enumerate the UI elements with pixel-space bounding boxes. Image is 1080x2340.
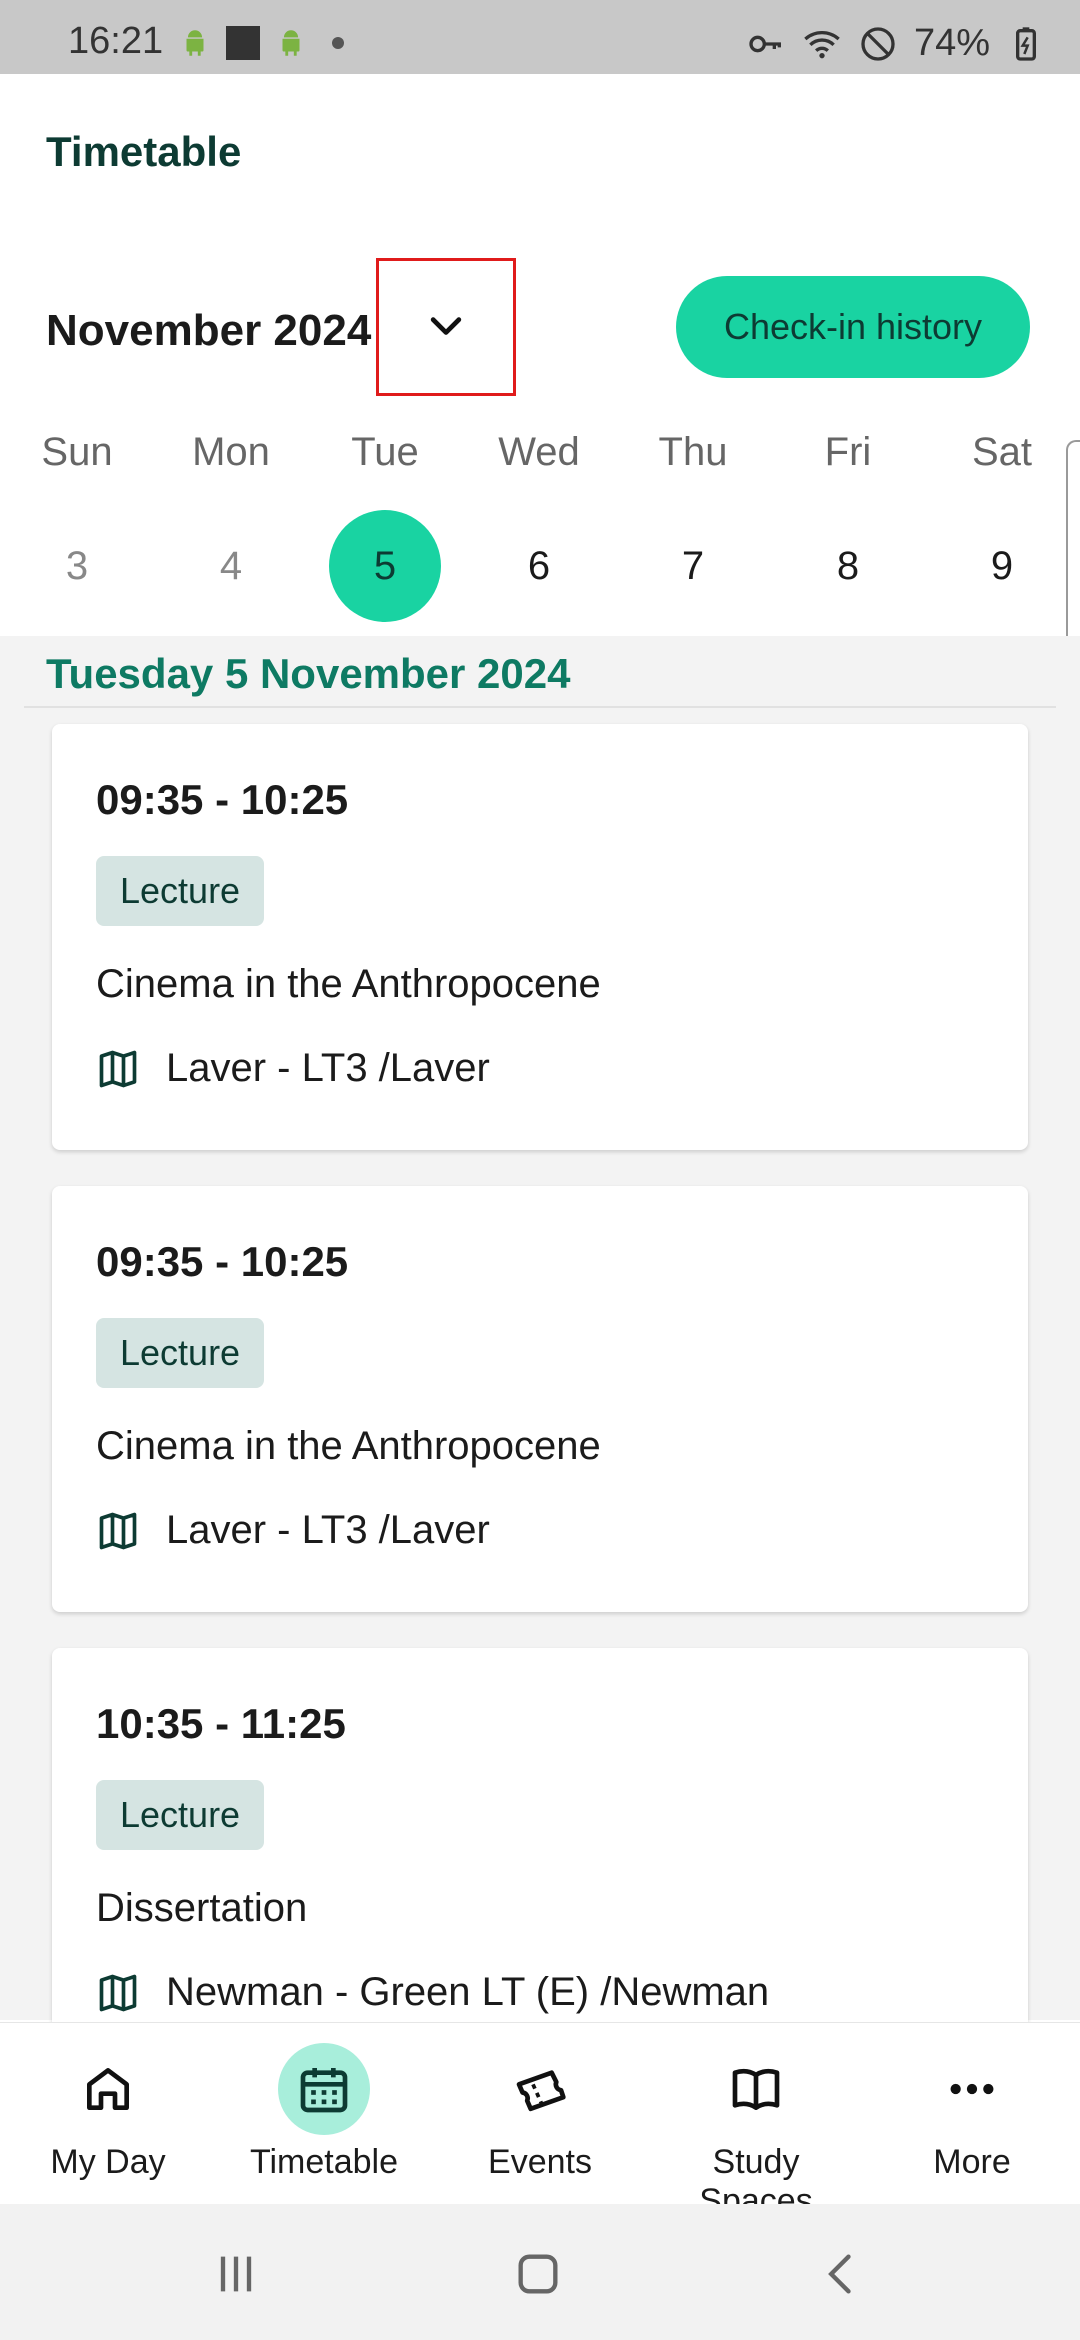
- event-card[interactable]: 10:35 - 11:25 Lecture Dissertation Newma…: [52, 1648, 1028, 2048]
- dayname-sat: Sat: [971, 430, 1033, 474]
- status-right: 74%: [746, 22, 1046, 65]
- event-location: Laver - LT3 /Laver: [96, 1508, 490, 1553]
- day-3[interactable]: 3: [21, 510, 133, 622]
- home-icon: [62, 2043, 154, 2135]
- nav-timetable[interactable]: Timetable: [224, 2043, 424, 2182]
- dayname-sun: Sun: [41, 430, 113, 474]
- do-not-disturb-icon: [861, 26, 895, 61]
- key-icon: [749, 35, 781, 52]
- event-location: Newman - Green LT (E) /Newman: [96, 1970, 769, 2015]
- status-time: 16:21: [68, 20, 164, 62]
- more-icon: [926, 2043, 1018, 2135]
- map-icon: [99, 1050, 137, 1087]
- back-button[interactable]: [812, 2248, 872, 2300]
- event-type-badge: Lecture: [96, 1318, 265, 1388]
- event-time: 09:35 - 10:25: [96, 776, 349, 823]
- event-title: Cinema in the Anthropocene: [96, 962, 601, 1006]
- square-icon: [226, 26, 260, 60]
- agenda-list[interactable]: Tuesday 5 November 2024 09:35 - 10:25 Le…: [0, 636, 1080, 2048]
- status-bar: 16:21 74%: [0, 0, 1080, 74]
- event-location-text: Newman - Green LT (E) /Newman: [166, 1970, 770, 2014]
- nav-label: My Day: [50, 2143, 166, 2181]
- event-card[interactable]: 09:35 - 10:25 Lecture Cinema in the Anth…: [52, 1186, 1028, 1612]
- nav-label: Events: [488, 2143, 592, 2181]
- day-8[interactable]: 8: [792, 510, 904, 622]
- dayname-wed: Wed: [498, 430, 580, 474]
- android-icon: [186, 30, 204, 56]
- back-icon: [828, 2254, 851, 2294]
- checkin-history-button[interactable]: Check-in history: [676, 276, 1030, 378]
- day-4[interactable]: 4: [175, 510, 287, 622]
- event-type-badge: Lecture: [96, 856, 265, 926]
- event-location-text: Laver - LT3 /Laver: [166, 1508, 490, 1552]
- notification-icons: [178, 26, 344, 60]
- event-type-badge: Lecture: [96, 1780, 265, 1850]
- battery-icon: [1016, 26, 1036, 61]
- chevron-down-icon: [430, 317, 462, 335]
- more-notifications-dot: [332, 37, 344, 49]
- day-9[interactable]: 9: [946, 510, 1058, 622]
- month-label: November 2024: [46, 306, 372, 355]
- event-card[interactable]: 09:35 - 10:25 Lecture Cinema in the Anth…: [52, 724, 1028, 1150]
- event-location-text: Laver - LT3 /Laver: [166, 1046, 490, 1090]
- nav-events[interactable]: Events: [440, 2043, 640, 2182]
- event-title: Dissertation: [96, 1886, 308, 1930]
- dayname-tue: Tue: [351, 430, 419, 474]
- book-icon: [710, 2043, 802, 2135]
- nav-my-day[interactable]: My Day: [8, 2043, 208, 2182]
- month-dropdown-button[interactable]: [376, 258, 516, 396]
- dayname-fri: Fri: [824, 430, 872, 474]
- ticket-icon: [494, 2043, 586, 2135]
- recents-icon: [220, 2256, 252, 2292]
- nav-label: Timetable: [249, 2143, 399, 2181]
- day-7[interactable]: 7: [637, 510, 749, 622]
- dayname-thu: Thu: [658, 430, 728, 474]
- home-button[interactable]: [508, 2248, 568, 2300]
- nav-study-spaces[interactable]: Study Spaces: [656, 2043, 856, 2221]
- nav-label: More: [933, 2143, 1011, 2181]
- day-5-selected[interactable]: 5: [329, 510, 441, 622]
- android-icon: [282, 30, 300, 56]
- home-square-icon: [518, 2254, 558, 2294]
- event-time: 10:35 - 11:25: [96, 1700, 346, 1747]
- battery-percent: 74%: [913, 22, 990, 64]
- page-title: Timetable: [46, 128, 242, 175]
- wifi-icon: [804, 30, 840, 58]
- day-6[interactable]: 6: [483, 510, 595, 622]
- map-icon: [99, 1512, 137, 1549]
- event-location: Laver - LT3 /Laver: [96, 1046, 490, 1091]
- recent-apps-button[interactable]: [206, 2248, 266, 2300]
- system-navigation-bar: [0, 2204, 1080, 2340]
- dayname-mon: Mon: [192, 430, 270, 474]
- event-title: Cinema in the Anthropocene: [96, 1424, 601, 1468]
- event-time: 09:35 - 10:25: [96, 1238, 349, 1285]
- date-heading: Tuesday 5 November 2024: [46, 650, 571, 697]
- nav-more[interactable]: More: [872, 2043, 1072, 2182]
- bottom-navigation: My Day Timetable Events Study Spaces Mor…: [0, 2022, 1080, 2220]
- divider: [24, 706, 1056, 708]
- calendar-icon: [278, 2043, 370, 2135]
- map-icon: [99, 1974, 137, 2011]
